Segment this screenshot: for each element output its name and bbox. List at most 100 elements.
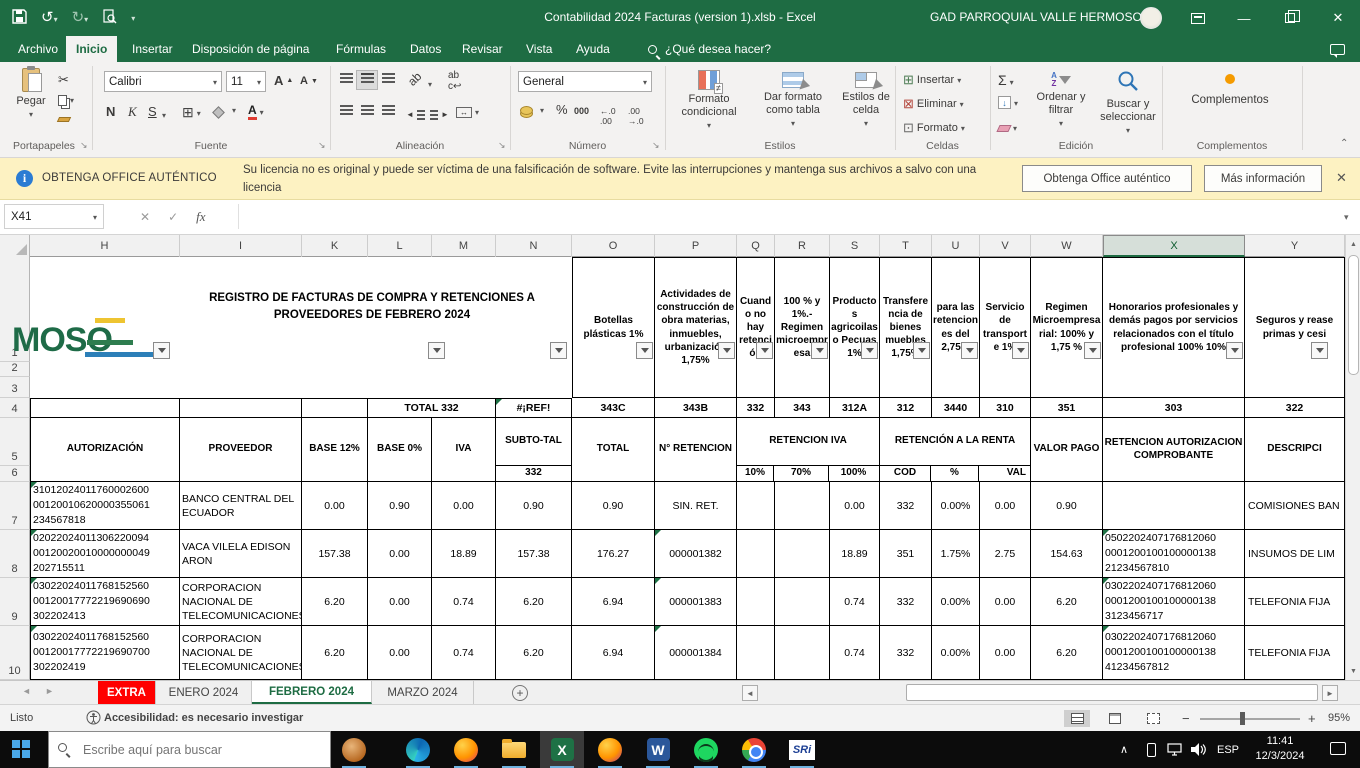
taskbar-app-excel-active[interactable]: X	[540, 731, 584, 768]
val-header[interactable]: VAL	[979, 466, 1029, 481]
cell-I8[interactable]: VACA VILELA EDISON ARON	[180, 530, 302, 578]
zoom-level[interactable]: 95%	[1328, 712, 1350, 724]
cell-I4[interactable]	[180, 398, 302, 418]
page-break-view-button[interactable]	[1140, 710, 1166, 727]
increase-decimal-button[interactable]: ←.0.00	[600, 106, 616, 126]
ribbon-display-options-button[interactable]	[1176, 0, 1220, 36]
cell-L9[interactable]: 0.00	[368, 578, 432, 626]
tab-datos[interactable]: Datos	[400, 36, 451, 62]
cell-Q7[interactable]	[737, 482, 775, 530]
accounting-format-button[interactable]	[520, 104, 544, 116]
cell-R8[interactable]	[775, 530, 830, 578]
clipboard-dialog-launcher[interactable]: ↘	[80, 140, 88, 151]
taskbar-app-explorer[interactable]	[492, 731, 536, 768]
borders-button[interactable]	[182, 104, 201, 121]
cell-W4[interactable]: 351	[1031, 398, 1103, 418]
horizontal-scroll-thumb[interactable]	[906, 684, 1318, 701]
cell-Y5-descripcion[interactable]: DESCRIPCI	[1245, 418, 1345, 482]
cod-header[interactable]: COD	[880, 465, 931, 481]
italic-button[interactable]: K	[128, 104, 137, 120]
cell-M10[interactable]: 0.74	[432, 626, 496, 680]
cell-P7[interactable]: SIN. RET.	[655, 482, 737, 530]
cell-T4[interactable]: 312	[880, 398, 932, 418]
column-header-S[interactable]: S	[830, 235, 880, 257]
cell-P1[interactable]: Actividades de construcción de obra mate…	[655, 257, 737, 398]
tab-archivo[interactable]: Archivo	[8, 36, 68, 62]
font-dialog-launcher[interactable]: ↘	[318, 140, 326, 151]
pct-header[interactable]: %	[931, 465, 979, 481]
decrease-font-button[interactable]: A ▼	[300, 75, 318, 87]
cell-U10[interactable]: 0.00%	[932, 626, 980, 680]
cell-K8[interactable]: 157.38	[302, 530, 368, 578]
cell-styles-button[interactable]: Estilos de celda	[838, 72, 894, 129]
cell-P5-num-retencion[interactable]: N° RETENCION	[655, 418, 737, 482]
normal-view-button[interactable]	[1064, 710, 1090, 727]
tell-me-search[interactable]: ¿Qué desea hacer?	[648, 36, 771, 62]
cell-Q9[interactable]	[737, 578, 775, 626]
cell-X1[interactable]: Honorarios profesionales y demás pagos p…	[1103, 257, 1245, 398]
tab-inicio[interactable]: Inicio	[66, 36, 118, 62]
cell-Q8[interactable]	[737, 530, 775, 578]
cell-Y9[interactable]: TELEFONIA FIJA	[1245, 578, 1345, 626]
cell-V4[interactable]: 310	[980, 398, 1031, 418]
filter-dropdown[interactable]	[913, 342, 930, 359]
cell-T7[interactable]: 332	[880, 482, 932, 530]
cell-W10[interactable]: 6.20	[1031, 626, 1103, 680]
start-button[interactable]	[12, 740, 30, 758]
sort-filter-button[interactable]: AZ Ordenar y filtrar	[1030, 72, 1092, 129]
column-header-P[interactable]: P	[655, 235, 737, 257]
cell-K9[interactable]: 6.20	[302, 578, 368, 626]
iva-10-header[interactable]: 10%	[737, 465, 774, 481]
filter-dropdown[interactable]	[636, 342, 653, 359]
cancel-icon[interactable]: ✕	[140, 210, 150, 224]
cell-L4-M4-total[interactable]: TOTAL 332	[368, 398, 496, 418]
cell-I10[interactable]: CORPORACION NACIONAL DE TELECOMUNICACION…	[180, 626, 302, 680]
tab-disposicion[interactable]: Disposición de página	[182, 36, 319, 62]
column-header-O[interactable]: O	[572, 235, 655, 257]
tab-scroll-right-icon[interactable]: ►	[45, 686, 54, 696]
cell-U1[interactable]: para las retenciones del 2,75%	[932, 257, 980, 398]
column-header-T[interactable]: T	[880, 235, 932, 257]
cell-Y8[interactable]: INSUMOS DE LIM	[1245, 530, 1345, 578]
find-select-button[interactable]: Buscar y seleccionar	[1096, 70, 1160, 136]
cell-W7[interactable]: 0.90	[1031, 482, 1103, 530]
number-format-combo[interactable]: General	[518, 71, 652, 92]
increase-indent-button[interactable]: ►	[430, 109, 449, 119]
cell-N4-ref-error[interactable]: #¡REF!	[496, 398, 572, 418]
column-header-L[interactable]: L	[368, 235, 432, 257]
zoom-slider-thumb[interactable]	[1240, 712, 1245, 725]
cell-S9[interactable]: 0.74	[830, 578, 880, 626]
cell-Y1[interactable]: Seguros y rease primas y cesi	[1245, 257, 1345, 398]
cell-X9[interactable]: 0302202407176812060 0001200100100000138 …	[1103, 578, 1245, 626]
column-header-V[interactable]: V	[980, 235, 1031, 257]
cell-V7[interactable]: 0.00	[980, 482, 1031, 530]
taskbar-app-word[interactable]: W	[636, 731, 680, 768]
avatar[interactable]	[1140, 7, 1162, 29]
column-header-Q[interactable]: Q	[737, 235, 775, 257]
cell-N9[interactable]: 6.20	[496, 578, 572, 626]
hscroll-right-icon[interactable]: ►	[1322, 685, 1338, 701]
zoom-in-icon[interactable]: +	[1308, 711, 1316, 726]
cell-X8[interactable]: 0502202407176812060 0001200100100000138 …	[1103, 530, 1245, 578]
cell-N10[interactable]: 6.20	[496, 626, 572, 680]
filter-dropdown[interactable]	[961, 342, 978, 359]
cell-O10[interactable]: 6.94	[572, 626, 655, 680]
font-name-combo[interactable]: Calibri	[104, 71, 222, 92]
cell-P4[interactable]: 343B	[655, 398, 737, 418]
cell-L10[interactable]: 0.00	[368, 626, 432, 680]
search-input[interactable]	[83, 742, 303, 757]
cell-R4[interactable]: 343	[775, 398, 830, 418]
taskbar-app-edge[interactable]	[396, 731, 440, 768]
name-box[interactable]: X41	[4, 204, 104, 229]
cell-T10[interactable]: 332	[880, 626, 932, 680]
cell-M8[interactable]: 18.89	[432, 530, 496, 578]
increase-font-button[interactable]: A ▲	[274, 73, 293, 88]
hscroll-left-icon[interactable]: ◄	[742, 685, 758, 701]
cell-H4[interactable]	[30, 398, 180, 418]
column-header-H[interactable]: H	[30, 235, 180, 257]
taskbar-search[interactable]	[48, 731, 331, 768]
sheet-tab-marzo[interactable]: MARZO 2024	[372, 681, 474, 704]
decrease-decimal-button[interactable]: .00 →.0	[628, 106, 644, 126]
cell-X10[interactable]: 0302202407176812060 0001200100100000138 …	[1103, 626, 1245, 680]
scroll-up-icon[interactable]: ▲	[1346, 235, 1360, 253]
